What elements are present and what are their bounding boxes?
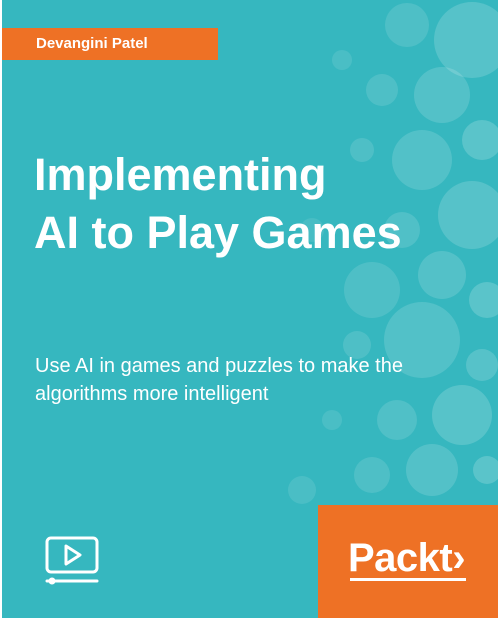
book-subtitle-line-2: algorithms more intelligent — [35, 383, 269, 405]
book-cover: Devangini Patel Implementing AI to Play … — [2, 0, 498, 618]
book-title-line-2: AI to Play Games — [34, 207, 402, 258]
book-title-line-1: Implementing — [34, 149, 327, 200]
author-tag: Devangini Patel — [2, 28, 218, 60]
publisher-logo-underline — [350, 578, 466, 581]
book-subtitle-line-1: Use AI in games and puzzles to make the — [35, 355, 403, 377]
book-subtitle: Use AI in games and puzzles to make the … — [35, 352, 475, 408]
video-play-icon — [45, 536, 99, 585]
book-title: Implementing AI to Play Games — [34, 146, 474, 262]
